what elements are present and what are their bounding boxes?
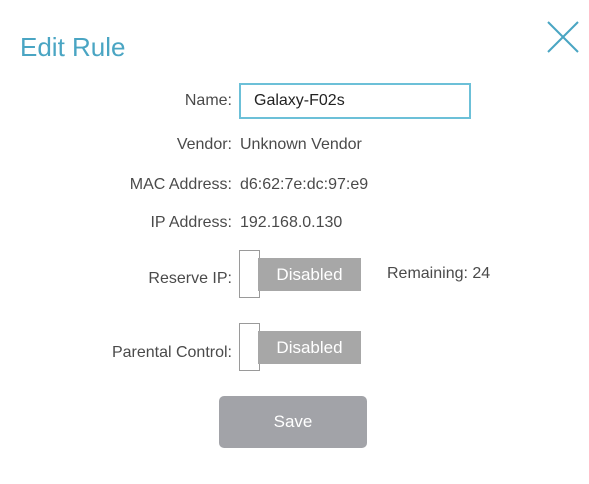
close-icon — [547, 21, 579, 53]
name-label: Name: — [184, 92, 232, 109]
mac-address-value: d6:62:7e:dc:97:e9 — [240, 176, 369, 193]
parental-control-state: Disabled — [258, 331, 361, 364]
toggle-knob[interactable] — [239, 250, 260, 298]
remaining-count: Remaining: 24 — [387, 265, 491, 282]
mac-address-label: MAC Address: — [129, 176, 232, 193]
parental-control-label: Parental Control: — [111, 344, 232, 361]
reserve-ip-label: Reserve IP: — [148, 270, 232, 287]
ip-address-label: IP Address: — [150, 214, 232, 231]
vendor-label: Vendor: — [176, 136, 232, 153]
vendor-value: Unknown Vendor — [240, 136, 362, 153]
dialog-title: Edit Rule — [20, 32, 126, 62]
parental-control-toggle[interactable]: Disabled — [239, 323, 362, 371]
close-button[interactable] — [546, 20, 580, 54]
name-input[interactable] — [239, 83, 471, 119]
toggle-knob[interactable] — [239, 323, 260, 371]
reserve-ip-toggle[interactable]: Disabled — [239, 250, 362, 298]
ip-address-value: 192.168.0.130 — [240, 214, 343, 231]
save-button[interactable]: Save — [219, 396, 367, 448]
reserve-ip-state: Disabled — [258, 258, 361, 291]
